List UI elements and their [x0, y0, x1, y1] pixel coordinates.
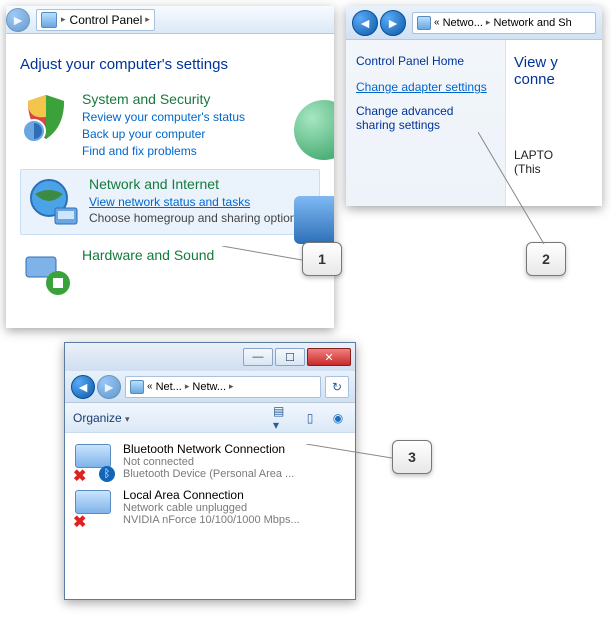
nav-arrows: ◄ ►: [71, 375, 121, 399]
category-text: Hardware and Sound: [82, 247, 214, 299]
breadcrumb-item[interactable]: Control Panel ▸: [70, 13, 150, 27]
navigation-bar: ◄ ► ▸ Control Panel ▸: [6, 6, 334, 34]
callout-1: 1: [302, 242, 342, 276]
category-title[interactable]: System and Security: [82, 91, 245, 107]
connection-icon: ✖: [73, 488, 115, 528]
category-network-internet[interactable]: Network and Internet View network status…: [20, 169, 320, 235]
category-system-security: System and Security Review your computer…: [20, 91, 320, 159]
minimize-button[interactable]: ―: [243, 348, 273, 366]
link-fix-problems[interactable]: Find and fix problems: [82, 143, 245, 160]
nav-arrows: ◄ ►: [352, 10, 406, 36]
main-content: View y conne LAPTO (This: [506, 40, 602, 206]
text-fragment: conne: [514, 71, 555, 88]
titlebar: ― ☐ ✕: [65, 343, 355, 371]
right-column-peek: [288, 100, 334, 328]
chevron-icon: ▸: [61, 14, 66, 25]
maximize-button[interactable]: ☐: [275, 348, 305, 366]
address-bar[interactable]: « Net... ▸ Netw... ▸: [125, 376, 321, 398]
breadcrumb-text: Control Panel: [70, 13, 143, 27]
globe-icon: [27, 176, 79, 228]
category-text: System and Security Review your computer…: [82, 91, 245, 159]
preview-pane-button[interactable]: ▯: [301, 409, 319, 427]
forward-button[interactable]: ►: [380, 10, 406, 36]
view-options-button[interactable]: ▤ ▾: [273, 409, 291, 427]
breadcrumb-item[interactable]: Netwo...: [443, 17, 483, 29]
organize-menu[interactable]: Organize ▾: [73, 411, 130, 425]
category-hardware-sound: Hardware and Sound: [20, 247, 320, 299]
disconnected-icon: ✖: [73, 512, 89, 528]
connection-text: Bluetooth Network Connection Not connect…: [123, 442, 294, 482]
chevron-icon: ▸: [486, 17, 491, 28]
network-sharing-window: ◄ ► « Netwo... ▸ Network and Sh Control …: [346, 6, 602, 206]
link-review-status[interactable]: Review your computer's status: [82, 109, 245, 126]
text-fragment: View y: [514, 54, 558, 71]
connection-status: Not connected: [123, 456, 294, 468]
connection-text: Local Area Connection Network cable unpl…: [123, 488, 300, 528]
network-connections-window: ― ☐ ✕ ◄ ► « Net... ▸ Netw... ▸ ↻ Organiz…: [64, 342, 356, 600]
toolbar: Organize ▾ ▤ ▾ ▯ ◉: [65, 403, 355, 433]
disconnected-icon: ✖: [73, 466, 89, 482]
text-fragment: (This: [514, 162, 541, 176]
connection-icon: ✖ ᛒ: [73, 442, 115, 482]
breadcrumb-item[interactable]: Net...: [156, 381, 182, 393]
callout-3: 3: [392, 440, 432, 474]
connection-status: Network cable unplugged: [123, 502, 300, 514]
connection-item-lan[interactable]: ✖ Local Area Connection Network cable un…: [69, 485, 351, 531]
connection-name: Bluetooth Network Connection: [123, 442, 294, 456]
page-heading: Adjust your computer's settings: [20, 56, 320, 73]
connection-item-bluetooth[interactable]: ✖ ᛒ Bluetooth Network Connection Not con…: [69, 439, 351, 485]
sidebar-heading[interactable]: Control Panel Home: [356, 54, 495, 68]
connections-list: ✖ ᛒ Bluetooth Network Connection Not con…: [65, 433, 355, 599]
computer-label: LAPTO (This: [514, 148, 594, 176]
navigation-bar: ◄ ► « Net... ▸ Netw... ▸ ↻: [65, 371, 355, 403]
network-icon: [417, 16, 431, 30]
navigation-bar: ◄ ► « Netwo... ▸ Network and Sh: [346, 6, 602, 40]
close-button[interactable]: ✕: [307, 348, 351, 366]
forward-button[interactable]: ►: [6, 8, 30, 32]
adapter-icon: [75, 444, 111, 468]
back-button[interactable]: ◄: [352, 10, 378, 36]
link-backup[interactable]: Back up your computer: [82, 126, 245, 143]
category-desc[interactable]: Choose homegroup and sharing options: [89, 211, 302, 227]
text-fragment: LAPTO: [514, 148, 553, 162]
address-bar[interactable]: « Netwo... ▸ Network and Sh: [412, 12, 596, 34]
link-change-adapter-settings[interactable]: Change adapter settings: [356, 80, 495, 94]
refresh-button[interactable]: ↻: [325, 376, 349, 398]
category-title[interactable]: Hardware and Sound: [82, 247, 214, 263]
control-panel-window: ◄ ► ▸ Control Panel ▸ Adjust your comput…: [6, 6, 334, 328]
control-panel-body: Adjust your computer's settings System a…: [6, 34, 334, 328]
category-text: Network and Internet View network status…: [89, 176, 302, 228]
breadcrumb-item[interactable]: Network and Sh: [493, 17, 571, 29]
bluetooth-icon: ᛒ: [99, 466, 115, 482]
connection-device: NVIDIA nForce 10/100/1000 Mbps...: [123, 514, 300, 526]
adapter-icon: [75, 490, 111, 514]
link-view-network-status[interactable]: View network status and tasks: [89, 194, 302, 211]
address-bar[interactable]: ▸ Control Panel ▸: [36, 9, 155, 31]
hardware-icon: [20, 247, 72, 299]
link-change-advanced-sharing[interactable]: Change advanced sharing settings: [356, 104, 495, 132]
user-accounts-icon: [294, 100, 334, 160]
connection-device: Bluetooth Device (Personal Area ...: [123, 468, 294, 480]
network-icon: [130, 380, 144, 394]
control-panel-icon: [41, 12, 57, 28]
sidebar: Control Panel Home Change adapter settin…: [346, 40, 506, 206]
callout-2: 2: [526, 242, 566, 276]
shield-icon: [20, 91, 72, 143]
menu-label: Organize: [73, 411, 122, 425]
window-body: Control Panel Home Change adapter settin…: [346, 40, 602, 206]
forward-button[interactable]: ►: [97, 375, 121, 399]
category-title[interactable]: Network and Internet: [89, 176, 302, 192]
chevron-icon: ▸: [185, 381, 190, 392]
chevron-icon: ▸: [145, 14, 150, 25]
back-button[interactable]: ◄: [71, 375, 95, 399]
chevron-icon: ▸: [229, 381, 234, 392]
help-button[interactable]: ◉: [329, 409, 347, 427]
appearance-icon: [294, 196, 334, 244]
chevron-down-icon: ▾: [125, 414, 130, 424]
nav-arrows: ◄ ►: [6, 8, 30, 32]
breadcrumb-item[interactable]: Netw...: [192, 381, 226, 393]
main-heading: View y conne: [514, 54, 594, 88]
connection-name: Local Area Connection: [123, 488, 300, 502]
